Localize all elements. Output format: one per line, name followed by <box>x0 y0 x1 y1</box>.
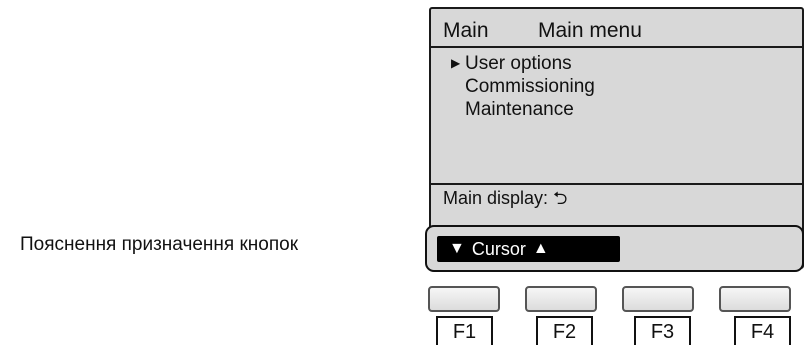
cursor-guide-label: Cursor <box>471 239 526 259</box>
menu-item-maintenance[interactable]: Maintenance <box>451 98 595 121</box>
main-display-return-hint: Main display: ⮌ <box>443 188 568 208</box>
cursor-pointer-icon: ▶ <box>451 56 461 70</box>
f3-button[interactable] <box>622 286 694 312</box>
f2-button[interactable] <box>525 286 597 312</box>
menu-item-user-options[interactable]: ▶ User options <box>451 52 595 75</box>
menu-item-label: User options <box>465 53 572 74</box>
screen-name: Main <box>443 19 489 42</box>
screen-title: Main menu <box>538 19 642 42</box>
f4-label: F4 <box>734 316 791 345</box>
title-divider <box>431 46 802 48</box>
f4-button[interactable] <box>719 286 791 312</box>
cursor-up-icon: ▲ <box>532 240 549 257</box>
menu-item-commissioning[interactable]: Commissioning <box>451 75 595 98</box>
button-guide-callout: Пояснення призначення кнопок <box>20 234 299 255</box>
function-guide-bar: ▼ Cursor ▲ <box>425 225 804 272</box>
menu-item-label: Commissioning <box>465 76 595 97</box>
cursor-down-icon: ▼ <box>449 240 465 257</box>
cursor-guide: ▼ Cursor ▲ <box>437 236 620 262</box>
menu-item-label: Maintenance <box>465 99 574 120</box>
f1-button[interactable] <box>428 286 500 312</box>
main-menu-list: ▶ User options Commissioning Maintenance <box>451 52 595 121</box>
f1-label: F1 <box>436 316 493 345</box>
f2-label: F2 <box>536 316 593 345</box>
f3-label: F3 <box>634 316 691 345</box>
status-divider <box>431 183 802 185</box>
